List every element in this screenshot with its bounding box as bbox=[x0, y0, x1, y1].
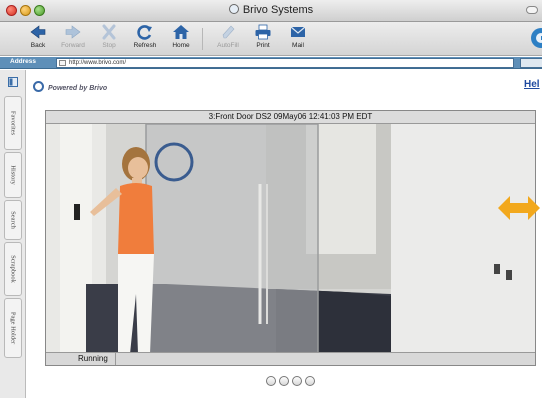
address-go-button[interactable] bbox=[520, 58, 542, 68]
stop-label: Stop bbox=[102, 42, 116, 49]
forward-label: Forward bbox=[61, 42, 85, 49]
window-title: Brivo Systems bbox=[0, 4, 542, 16]
back-button[interactable]: Back bbox=[20, 24, 56, 49]
address-label: Address bbox=[10, 58, 37, 65]
play-button[interactable] bbox=[279, 376, 289, 386]
tab-history-label: History bbox=[9, 165, 17, 185]
fast-forward-button[interactable] bbox=[305, 376, 315, 386]
tab-favorites-label: Favorites bbox=[9, 110, 17, 136]
refresh-button[interactable]: Refresh bbox=[127, 24, 163, 49]
brivo-logo-icon bbox=[33, 81, 44, 92]
explorer-toggle-icon[interactable] bbox=[8, 77, 18, 87]
address-bar: Address http://www.brivo.com/ bbox=[0, 57, 542, 69]
page-content: Powered by Brivo Hel 3:Front Door DS2 09… bbox=[27, 70, 542, 398]
camera-status-text: Running bbox=[62, 353, 116, 365]
home-label: Home bbox=[172, 42, 190, 49]
home-icon bbox=[173, 25, 189, 39]
tab-scrapbook[interactable]: Scrapbook bbox=[4, 242, 22, 296]
address-url: http://www.brivo.com/ bbox=[69, 60, 127, 66]
stop-button[interactable]: Stop bbox=[91, 24, 127, 49]
refresh-icon bbox=[137, 25, 152, 40]
tab-favorites[interactable]: Favorites bbox=[4, 96, 22, 150]
tab-search[interactable]: Search bbox=[4, 200, 22, 240]
pause-button[interactable] bbox=[292, 376, 302, 386]
globe-icon bbox=[228, 4, 239, 14]
mail-label: Mail bbox=[292, 42, 304, 49]
print-label: Print bbox=[256, 42, 270, 49]
camera-viewer: 3:Front Door DS2 09May06 12:41:03 PM EDT bbox=[45, 110, 536, 366]
forward-arrow-icon bbox=[65, 25, 81, 39]
window-title-bar: Brivo Systems bbox=[0, 0, 542, 22]
back-arrow-icon bbox=[30, 25, 46, 39]
toolbar-separator bbox=[202, 28, 203, 50]
tab-page-holder[interactable]: Page Holder bbox=[4, 298, 22, 358]
home-button[interactable]: Home bbox=[163, 24, 199, 49]
autofill-label: AutoFill bbox=[217, 42, 239, 49]
tab-page-holder-label: Page Holder bbox=[9, 311, 17, 345]
page-icon bbox=[59, 60, 66, 66]
window-title-text: Brivo Systems bbox=[242, 4, 314, 16]
stop-x-icon bbox=[102, 24, 116, 40]
help-link[interactable]: Hel bbox=[524, 79, 540, 90]
camera-header: 3:Front Door DS2 09May06 12:41:03 PM EDT bbox=[46, 111, 535, 124]
autofill-pencil-icon bbox=[222, 25, 235, 39]
address-input[interactable]: http://www.brivo.com/ bbox=[56, 58, 514, 68]
powered-by-text: Powered by Brivo bbox=[48, 85, 108, 92]
forward-button[interactable]: Forward bbox=[55, 24, 91, 49]
camera-video-frame bbox=[46, 124, 535, 354]
back-label: Back bbox=[30, 42, 46, 49]
printer-icon bbox=[255, 24, 271, 40]
print-button[interactable]: Print bbox=[245, 24, 281, 49]
mail-button[interactable]: Mail bbox=[280, 24, 316, 49]
refresh-label: Refresh bbox=[133, 42, 157, 49]
rewind-button[interactable] bbox=[266, 376, 276, 386]
toolbar-toggle-button[interactable] bbox=[526, 6, 538, 14]
powered-by-brivo: Powered by Brivo bbox=[33, 81, 107, 92]
browser-logo-icon bbox=[531, 28, 542, 48]
browser-toolbar: Back Forward Stop Refresh Home AutoFill bbox=[0, 22, 542, 56]
tab-search-label: Search bbox=[9, 211, 17, 229]
explorer-sidebar: Favorites History Search Scrapbook Page … bbox=[0, 70, 26, 398]
tab-history[interactable]: History bbox=[4, 152, 22, 198]
callout-double-arrow-icon bbox=[498, 196, 540, 220]
mail-icon bbox=[290, 26, 306, 37]
camera-status-bar: Running bbox=[46, 352, 535, 365]
tab-scrapbook-label: Scrapbook bbox=[9, 255, 17, 283]
autofill-button[interactable]: AutoFill bbox=[210, 24, 246, 49]
